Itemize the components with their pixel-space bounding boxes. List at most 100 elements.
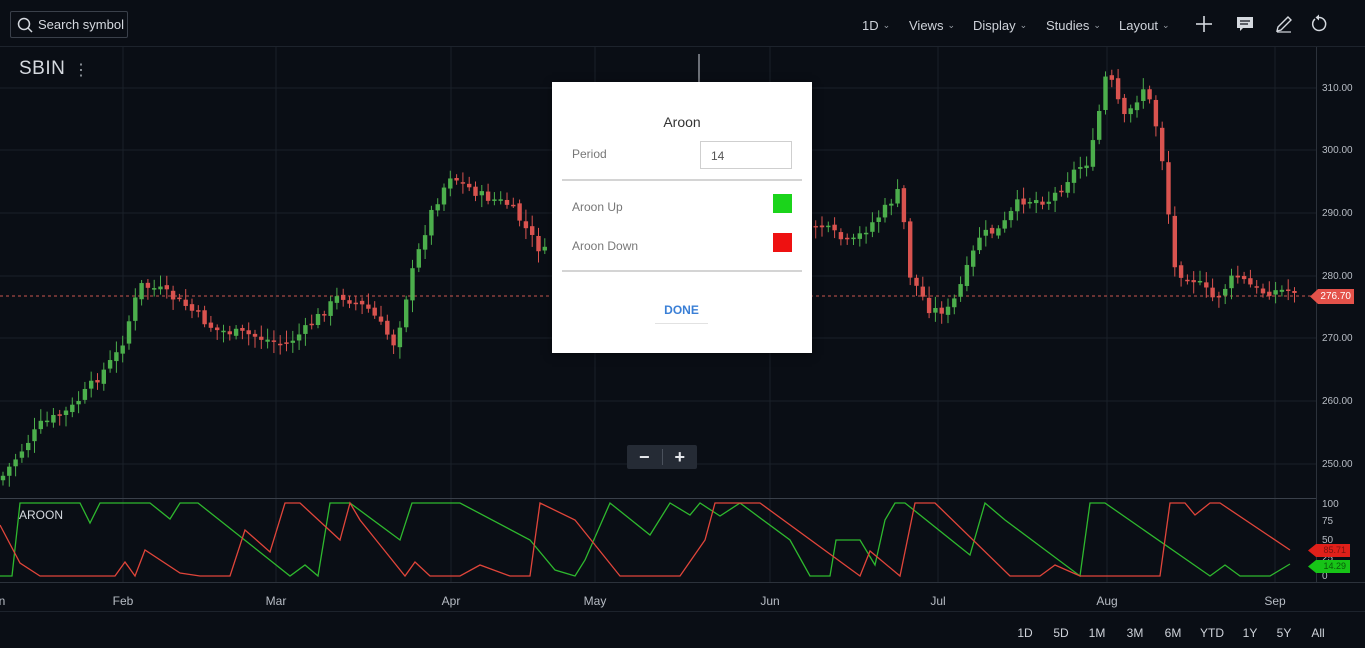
candle-body — [1065, 182, 1070, 193]
candle-body — [1015, 199, 1020, 212]
zoom-out-button[interactable]: − — [627, 445, 662, 469]
date-tick: May — [583, 594, 607, 608]
aroon-up-color-swatch[interactable] — [773, 194, 792, 213]
candle-body — [70, 404, 75, 413]
candle-body — [57, 414, 62, 416]
candle-body — [504, 199, 510, 205]
candle-body — [19, 451, 25, 458]
date-tick: Sep — [1264, 594, 1286, 608]
candle-body — [246, 330, 251, 335]
candle-body — [296, 334, 302, 341]
candle-body — [1008, 211, 1014, 221]
range-all-button[interactable]: All — [1311, 626, 1324, 640]
aroon-tick: 75 — [1322, 516, 1334, 527]
candle-body — [1059, 190, 1064, 193]
candle-body — [89, 380, 94, 389]
candle-body — [1166, 162, 1171, 215]
candle-body — [385, 320, 390, 335]
aroon-down-line — [0, 501, 1291, 578]
candle-body — [977, 237, 982, 251]
candle-body — [422, 235, 428, 250]
candle-body — [1260, 288, 1266, 294]
candle-body — [341, 294, 346, 300]
candle-body — [511, 204, 516, 207]
candle-body — [391, 334, 396, 346]
aroon-settings-dialog: Aroon Period 14 Aroon Up Aroon Down DONE — [552, 82, 812, 353]
candle-body — [819, 225, 825, 228]
more-options-icon[interactable]: ⋮ — [73, 60, 89, 80]
candle-body — [996, 228, 1001, 236]
candle-body — [208, 322, 214, 328]
candle-body — [952, 298, 957, 308]
candle-body — [895, 189, 900, 204]
candle-body — [107, 360, 113, 369]
range-1y-button[interactable]: 1Y — [1243, 626, 1258, 640]
candle-body — [492, 199, 497, 201]
candle-body — [233, 328, 239, 336]
price-tick: 310.00 — [1322, 83, 1353, 94]
candle-body — [441, 187, 447, 205]
candle-body — [882, 204, 888, 218]
candle-body — [851, 237, 856, 240]
candle-body — [958, 284, 963, 297]
candle-body — [1090, 140, 1096, 167]
date-tick: Feb — [112, 594, 134, 608]
candle-body — [473, 186, 478, 196]
candle-body — [1128, 108, 1133, 115]
date-axis[interactable] — [0, 582, 1365, 611]
candle-body — [1229, 275, 1234, 289]
range-5y-button[interactable]: 5Y — [1277, 626, 1292, 640]
candle-body — [832, 224, 837, 231]
candle-body — [813, 225, 818, 228]
candle-body — [1002, 220, 1007, 229]
candle-body — [1210, 287, 1215, 298]
candle-body — [1115, 78, 1121, 100]
candle-body — [139, 283, 144, 300]
range-1d-button[interactable]: 1D — [1017, 626, 1032, 640]
candle-body — [44, 420, 50, 423]
price-tick: 300.00 — [1322, 145, 1353, 156]
range-5d-button[interactable]: 5D — [1053, 626, 1068, 640]
indicator-label[interactable]: AROON — [19, 508, 63, 522]
date-tick: Jul — [930, 594, 946, 608]
candle-body — [448, 178, 453, 189]
candle-body — [429, 209, 434, 236]
range-1m-button[interactable]: 1M — [1089, 626, 1106, 640]
candle-body — [284, 342, 289, 344]
panel-separator[interactable] — [0, 498, 1316, 499]
candle-body — [196, 310, 201, 312]
dialog-divider — [562, 270, 802, 272]
candle-body — [227, 331, 232, 335]
range-6m-button[interactable]: 6M — [1165, 626, 1182, 640]
candle-body — [838, 232, 844, 240]
candle-body — [517, 203, 522, 221]
candle-body — [290, 340, 295, 343]
candle-body — [989, 227, 995, 234]
aroon-indicator — [0, 501, 1291, 578]
candle-body — [359, 300, 365, 305]
candle-body — [1134, 102, 1140, 111]
aroon-up-label: Aroon Up — [572, 200, 623, 214]
candle-body — [1021, 198, 1026, 205]
candle-body — [983, 229, 988, 236]
candle-body — [334, 296, 340, 303]
candle-body — [221, 330, 226, 333]
candle-body — [240, 328, 245, 331]
candle-body — [353, 302, 358, 305]
candle-body — [95, 380, 100, 383]
candle-body — [1046, 201, 1051, 204]
candle-body — [889, 203, 894, 206]
candle-body — [252, 333, 258, 337]
aroon-down-color-swatch[interactable] — [773, 233, 792, 252]
date-tick: Jun — [760, 594, 780, 608]
zoom-in-button[interactable]: + — [662, 445, 697, 469]
done-button[interactable]: DONE — [655, 297, 708, 324]
symbol-title[interactable]: SBIN — [19, 58, 65, 80]
period-input[interactable]: 14 — [700, 141, 792, 169]
zoom-control: − + — [627, 445, 697, 469]
range-3m-button[interactable]: 3M — [1127, 626, 1144, 640]
candle-body — [328, 301, 333, 316]
range-ytd-button[interactable]: YTD — [1200, 626, 1224, 640]
candle-body — [76, 400, 81, 405]
candle-body — [870, 222, 875, 232]
